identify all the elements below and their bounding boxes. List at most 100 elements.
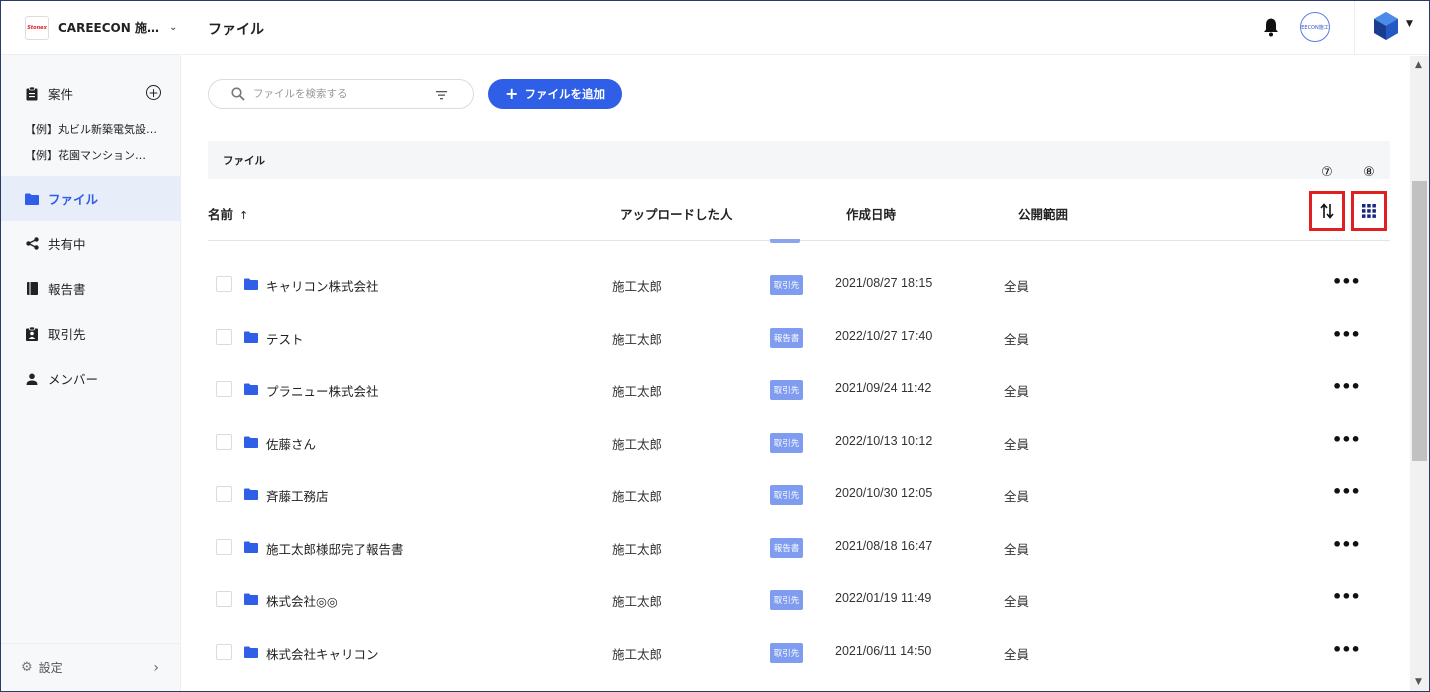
chevron-right-icon: › bbox=[153, 659, 159, 676]
visibility-scope: 全員 bbox=[1004, 541, 1030, 557]
row-checkbox[interactable] bbox=[216, 591, 232, 607]
table-header: 名前 ↑ アップロードした人 作成日時 公開範囲 ⑦ ⑧ bbox=[208, 165, 1390, 243]
category-tag: 報告書 bbox=[770, 327, 803, 348]
sidebar-item-shared[interactable]: 共有中 bbox=[1, 221, 181, 266]
uploader-name: 施工太郎 bbox=[612, 646, 663, 662]
created-date: 2021/08/27 18:15 bbox=[835, 276, 933, 290]
sidebar-item-label: 共有中 bbox=[48, 237, 86, 252]
folder-icon bbox=[244, 436, 258, 448]
sidebar-item-projects[interactable]: 案件 + bbox=[1, 71, 181, 116]
row-checkbox[interactable] bbox=[216, 538, 232, 555]
sidebar-item-label: メンバー bbox=[48, 372, 99, 387]
created-date: 2021/09/24 11:42 bbox=[835, 381, 932, 395]
row-checkbox[interactable] bbox=[216, 433, 232, 450]
file-name[interactable]: 佐藤さん bbox=[266, 434, 316, 453]
search-box bbox=[208, 79, 474, 109]
visibility-scope: 全員 bbox=[1004, 489, 1030, 504]
more-options-icon[interactable]: ••• bbox=[1332, 482, 1361, 501]
org-avatar[interactable]: EECON施工 bbox=[1300, 12, 1330, 42]
person-icon bbox=[25, 372, 39, 386]
more-options-icon[interactable]: ••• bbox=[1332, 535, 1361, 554]
table-row[interactable]: テスト 施工太郎 報告書 2022/10/27 17:40 全員 ••• bbox=[208, 310, 1390, 363]
more-options-icon[interactable]: ••• bbox=[1332, 325, 1361, 344]
project-link[interactable]: 【例】丸ビル新築電気設… bbox=[1, 116, 181, 142]
grid-view-button[interactable] bbox=[1351, 191, 1387, 231]
column-header-name[interactable]: 名前 ↑ bbox=[208, 204, 248, 223]
file-name[interactable]: 施工太郎様邸完了報告書 bbox=[266, 539, 404, 558]
more-options-icon[interactable]: ••• bbox=[1332, 640, 1361, 659]
uploader-name: 施工太郎 bbox=[612, 594, 663, 609]
sidebar-item-label: 報告書 bbox=[48, 282, 86, 297]
scroll-up-arrow-icon[interactable]: ▲ bbox=[1415, 60, 1422, 70]
bell-icon[interactable] bbox=[1262, 17, 1280, 37]
file-name[interactable]: 株式会社キャリコン bbox=[266, 644, 379, 663]
more-options-icon[interactable]: ••• bbox=[1332, 587, 1361, 606]
created-date: 2021/06/11 14:50 bbox=[835, 643, 932, 658]
scrollbar[interactable]: ▲ ▼ bbox=[1410, 56, 1429, 691]
column-label: 名前 bbox=[208, 207, 234, 222]
folder-icon bbox=[244, 488, 258, 500]
column-header-uploader[interactable]: アップロードした人 bbox=[620, 204, 733, 223]
sidebar-item-clients[interactable]: 取引先 bbox=[1, 311, 181, 356]
settings-label: 設定 bbox=[38, 661, 63, 675]
visibility-scope: 全員 bbox=[1004, 594, 1030, 609]
row-checkbox[interactable] bbox=[216, 643, 232, 660]
sort-toggle-button[interactable] bbox=[1309, 191, 1345, 231]
user-avatar[interactable] bbox=[1372, 10, 1400, 42]
sidebar-item-files[interactable]: ファイル bbox=[1, 176, 181, 221]
table-row[interactable]: プラニュー株式会社 施工太郎 取引先 2021/09/24 11:42 全員 ••• bbox=[208, 362, 1390, 415]
more-options-icon[interactable]: ••• bbox=[1332, 377, 1361, 396]
sidebar-item-reports[interactable]: 報告書 bbox=[1, 266, 181, 311]
org-switcher[interactable]: Stonex CAREECON 施… ⌄ bbox=[1, 1, 181, 55]
column-header-scope[interactable]: 公開範囲 bbox=[1018, 204, 1068, 223]
file-name[interactable]: テスト bbox=[266, 329, 304, 348]
sort-icon bbox=[1320, 203, 1334, 219]
table-row[interactable]: 施工太郎様邸完了報告書 施工太郎 報告書 2021/08/18 16:47 全員 ••• bbox=[208, 520, 1390, 573]
add-project-icon[interactable]: + bbox=[146, 85, 161, 100]
file-name[interactable]: 株式会社◎◎ bbox=[266, 591, 338, 610]
project-link[interactable]: 【例】花園マンション… bbox=[1, 142, 181, 168]
clipboard-icon bbox=[25, 86, 39, 101]
add-file-button[interactable]: + ファイルを追加 bbox=[488, 79, 622, 109]
file-name[interactable]: プラニュー株式会社 bbox=[266, 381, 379, 400]
scrollbar-thumb[interactable] bbox=[1412, 181, 1427, 461]
table-row[interactable]: 株式会社◎◎ 施工太郎 取引先 2022/01/19 11:49 全員 ••• bbox=[208, 572, 1390, 625]
brand-logo: Stonex bbox=[25, 15, 49, 40]
filter-icon[interactable] bbox=[436, 89, 447, 100]
sidebar-item-members[interactable]: メンバー bbox=[1, 356, 181, 401]
row-checkbox[interactable] bbox=[216, 486, 232, 502]
folder-icon bbox=[244, 593, 258, 605]
sidebar-nav: 案件 + 【例】丸ビル新築電気設… 【例】花園マンション… ファイル 共有中 報… bbox=[1, 71, 181, 401]
table-row[interactable]: 佐藤さん 施工太郎 取引先 2022/10/13 10:12 全員 ••• bbox=[208, 415, 1390, 468]
visibility-scope: 全員 bbox=[1004, 384, 1030, 399]
app-window: Stonex CAREECON 施… ⌄ 案件 + 【例】丸ビル新築電気設… 【… bbox=[0, 0, 1430, 692]
caret-down-icon[interactable]: ▼ bbox=[1406, 19, 1413, 29]
row-checkbox[interactable] bbox=[216, 381, 232, 397]
category-tag: 報告書 bbox=[770, 537, 803, 558]
file-name[interactable]: 斉藤工務店 bbox=[266, 486, 329, 505]
folder-icon bbox=[244, 383, 258, 395]
plus-icon: + bbox=[505, 84, 519, 103]
table-row[interactable]: 株式会社キャリコン 施工太郎 取引先 2021/06/11 14:50 全員 ••• bbox=[208, 625, 1390, 678]
more-options-icon[interactable]: ••• bbox=[1332, 272, 1361, 291]
scrolled-tag-edge bbox=[770, 239, 800, 243]
breadcrumb: ファイル bbox=[208, 141, 1390, 179]
top-header: ファイル EECON施工 ▼ bbox=[182, 1, 1429, 55]
table-row[interactable]: 斉藤工務店 施工太郎 取引先 2020/10/30 12:05 全員 ••• bbox=[208, 467, 1390, 520]
book-icon bbox=[25, 282, 39, 296]
more-options-icon[interactable]: ••• bbox=[1332, 430, 1361, 449]
settings-link[interactable]: ⚙ 設定 › bbox=[1, 643, 181, 691]
scroll-down-arrow-icon[interactable]: ▼ bbox=[1415, 677, 1422, 687]
annotation-marker-8: ⑧ bbox=[1363, 165, 1375, 180]
uploader-name: 施工太郎 bbox=[612, 541, 663, 557]
folder-icon bbox=[244, 278, 258, 290]
sidebar-item-label: 案件 bbox=[48, 87, 74, 102]
row-checkbox[interactable] bbox=[216, 276, 232, 292]
column-header-created[interactable]: 作成日時 bbox=[846, 204, 896, 223]
file-name[interactable]: キャリコン株式会社 bbox=[266, 276, 379, 295]
row-checkbox[interactable] bbox=[216, 328, 232, 345]
table-row[interactable]: キャリコン株式会社 施工太郎 取引先 2021/08/27 18:15 全員 ••• bbox=[208, 257, 1390, 310]
folder-icon bbox=[244, 541, 258, 553]
search-input[interactable] bbox=[253, 88, 423, 100]
file-list: キャリコン株式会社 施工太郎 取引先 2021/08/27 18:15 全員 ••• テスト… bbox=[208, 257, 1390, 677]
